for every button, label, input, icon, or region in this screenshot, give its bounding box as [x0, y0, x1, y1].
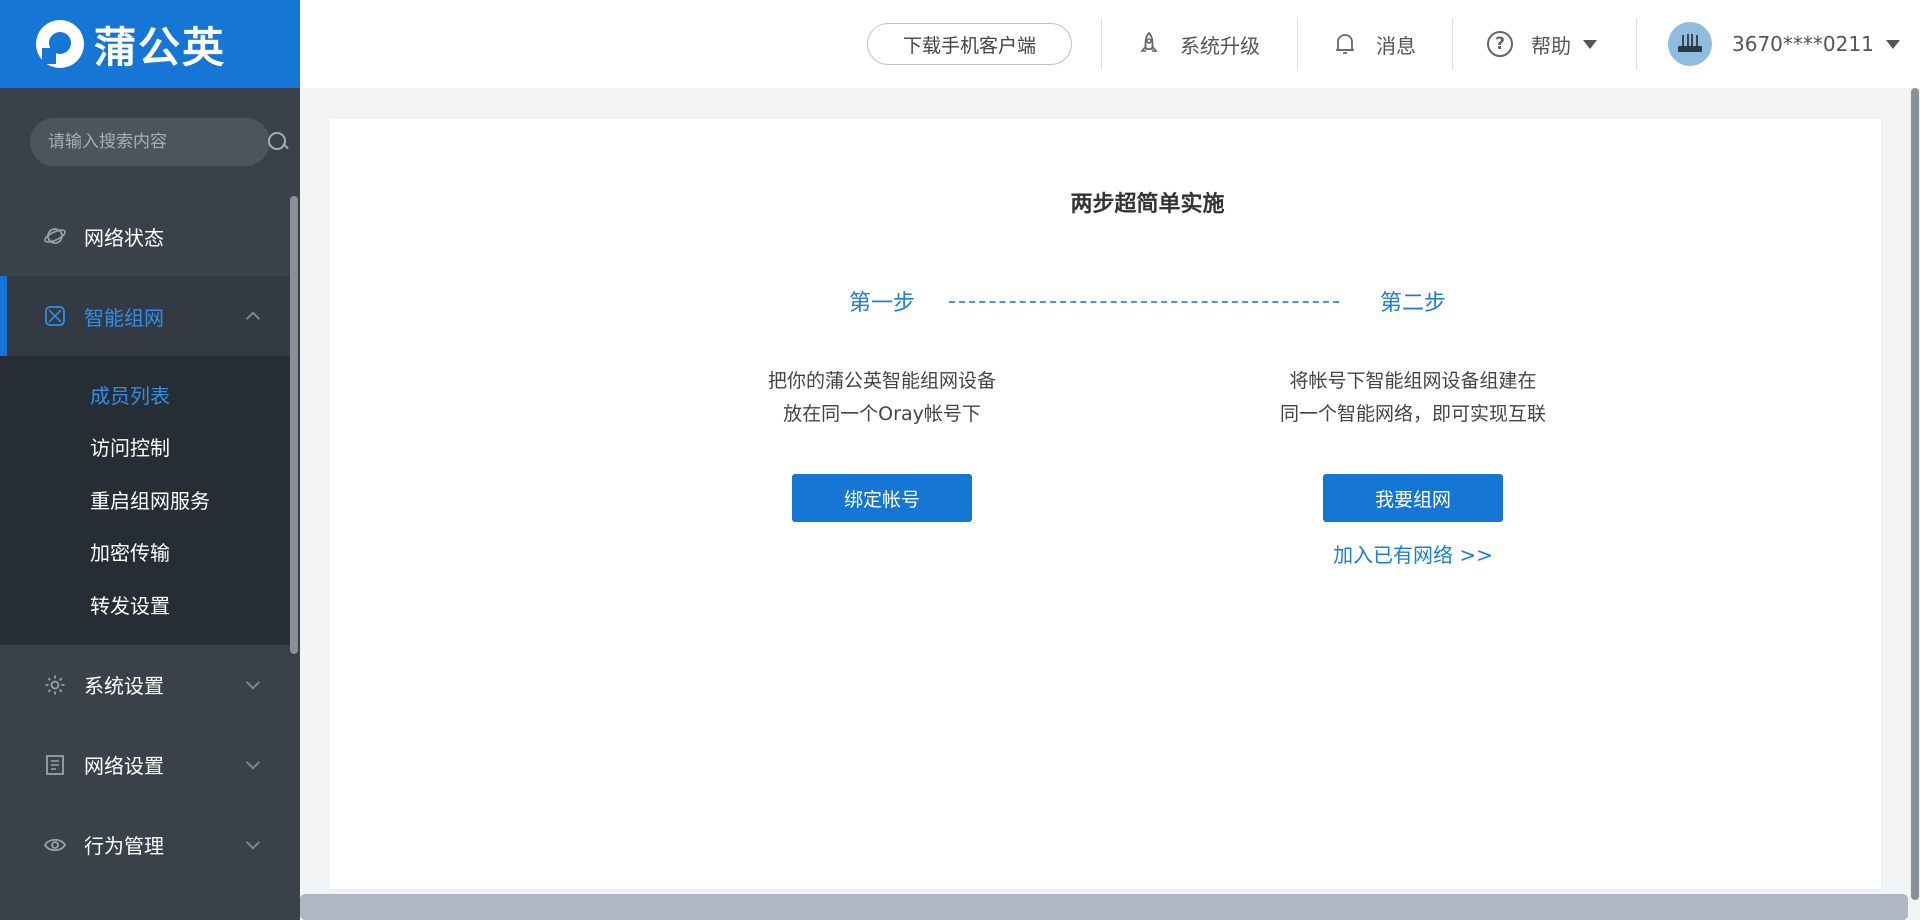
- caret-down-icon: [1885, 39, 1900, 49]
- logo-icon: [36, 20, 84, 68]
- caret-down-icon: [1583, 39, 1597, 49]
- network-icon: [42, 303, 68, 329]
- header-divider: [1636, 18, 1637, 70]
- step-two-desc-line: 同一个智能网络，即可实现互联: [1279, 403, 1546, 425]
- sidebar-scrollbar[interactable]: [290, 196, 298, 654]
- sidebar: 蒲公英 网络状态 智能组网 成员列表 访问控制 重启组网服务 加密传输 转发设置: [0, 0, 300, 920]
- account-id: 3670****0211: [1732, 32, 1874, 56]
- subitem-restart-service[interactable]: 重启组网服务: [0, 473, 290, 526]
- chevron-up-icon: [245, 311, 261, 326]
- search-input[interactable]: [48, 132, 267, 152]
- subitem-forward-settings[interactable]: 转发设置: [0, 578, 290, 631]
- help-icon: ?: [1487, 31, 1513, 57]
- header-divider: [1297, 18, 1298, 70]
- system-upgrade-label: 系统升级: [1180, 33, 1260, 58]
- header-divider: [1452, 18, 1453, 70]
- search-box[interactable]: [30, 118, 286, 166]
- sidebar-item-smart-networking[interactable]: 智能组网: [0, 276, 290, 356]
- step-two-description: 将帐号下智能组网设备组建在 同一个智能网络，即可实现互联: [1233, 365, 1593, 431]
- subitem-encrypted-transfer[interactable]: 加密传输: [0, 526, 290, 579]
- sidebar-nav: 网络状态 智能组网 成员列表 访问控制 重启组网服务 加密传输 转发设置 系统设…: [0, 196, 290, 885]
- join-existing-network-link[interactable]: 加入已有网络 >>: [1283, 539, 1543, 568]
- sidebar-item-label: 系统设置: [84, 674, 164, 698]
- step-one-description: 把你的蒲公英智能组网设备 放在同一个Oray帐号下: [702, 365, 1062, 431]
- document-icon: [42, 752, 68, 778]
- sidebar-item-network-settings[interactable]: 网络设置: [0, 725, 290, 805]
- sidebar-item-label: 网络状态: [84, 225, 164, 250]
- subitem-access-control[interactable]: 访问控制: [0, 421, 290, 474]
- bind-account-button[interactable]: 绑定帐号: [792, 474, 972, 522]
- submenu-smart-networking: 成员列表 访问控制 重启组网服务 加密传输 转发设置: [0, 356, 290, 645]
- main-scrollbar-thumb[interactable]: [1911, 88, 1919, 900]
- chevron-down-icon: [245, 754, 261, 770]
- help-label: 帮助: [1531, 33, 1571, 58]
- chevron-down-icon: [245, 674, 261, 690]
- help-menu[interactable]: ? 帮助: [1487, 0, 1597, 88]
- eye-icon: [42, 832, 68, 858]
- planet-icon: [42, 223, 68, 249]
- logo-bar[interactable]: 蒲公英: [0, 0, 300, 88]
- messages-label: 消息: [1376, 33, 1416, 58]
- main-scrollbar[interactable]: [1910, 88, 1920, 900]
- step-two-label: 第二步: [1379, 291, 1446, 316]
- sidebar-item-behavior-management[interactable]: 行为管理: [0, 805, 290, 885]
- page-title: 两步超简单实施: [1070, 192, 1225, 217]
- horizontal-scrollbar[interactable]: [300, 894, 1908, 920]
- steps-dashed-connector: [949, 301, 1339, 303]
- step-one-desc-line: 把你的蒲公英智能组网设备: [767, 370, 996, 392]
- create-network-button[interactable]: 我要组网: [1323, 474, 1503, 522]
- sidebar-item-system-settings[interactable]: 系统设置: [0, 645, 290, 725]
- sidebar-item-label: 智能组网: [84, 305, 164, 330]
- messages-button[interactable]: 消息: [1332, 0, 1416, 88]
- content-card: [330, 119, 1881, 889]
- brand-name: 蒲公英: [94, 22, 227, 72]
- router-avatar-icon: [1668, 22, 1712, 66]
- sidebar-item-label: 网络设置: [84, 754, 164, 778]
- subitem-member-list[interactable]: 成员列表: [0, 368, 290, 421]
- system-upgrade-button[interactable]: 系统升级: [1136, 0, 1260, 88]
- sidebar-item-label: 行为管理: [84, 834, 164, 858]
- header-divider: [1101, 18, 1102, 70]
- bell-icon: [1332, 31, 1358, 57]
- gear-icon: [42, 672, 68, 698]
- step-one-desc-line: 放在同一个Oray帐号下: [783, 403, 981, 425]
- top-header: 下载手机客户端 系统升级 消息 ? 帮助 3670****0211: [300, 0, 1920, 88]
- step-two-desc-line: 将帐号下智能组网设备组建在: [1289, 370, 1537, 392]
- account-menu[interactable]: 3670****0211: [1668, 0, 1900, 88]
- download-app-button[interactable]: 下载手机客户端: [867, 23, 1072, 65]
- chevron-down-icon: [245, 834, 261, 850]
- rocket-icon: [1136, 31, 1162, 57]
